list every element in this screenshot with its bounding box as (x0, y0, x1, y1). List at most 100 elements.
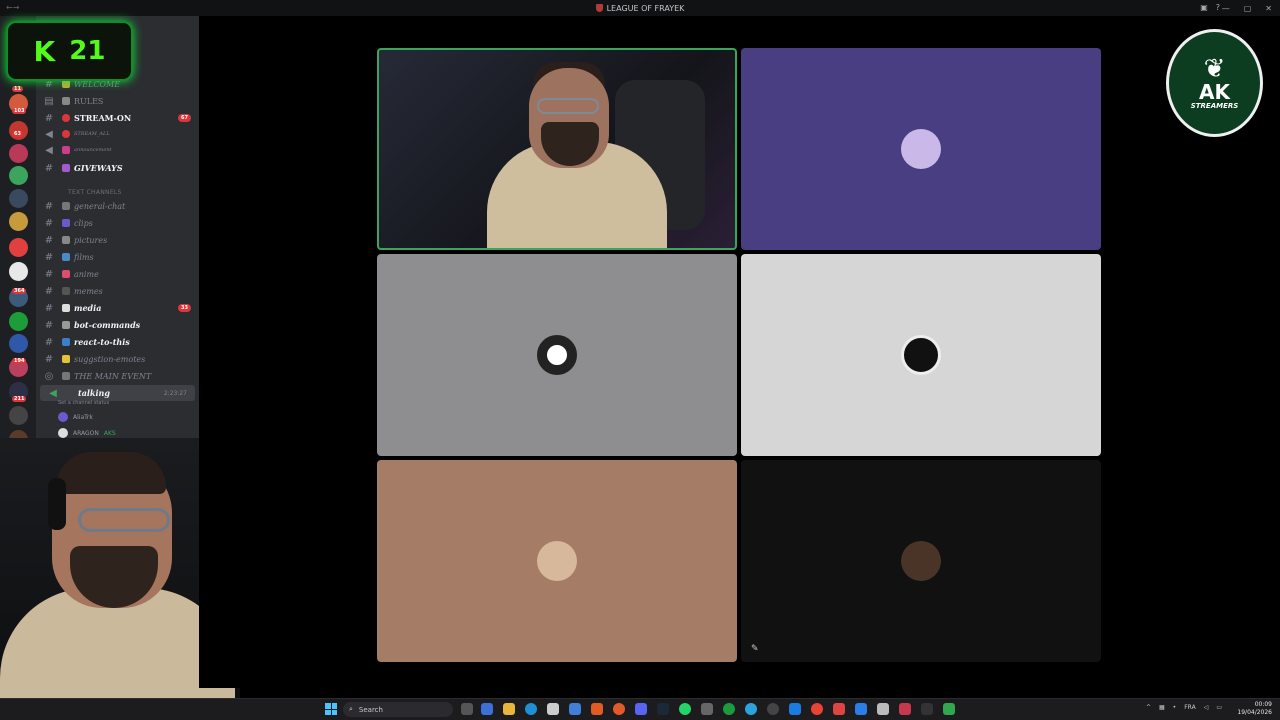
channel-stream-on[interactable]: # STREAM-ON 67 (36, 110, 199, 126)
brave-icon[interactable] (591, 703, 603, 715)
app-icon[interactable] (481, 703, 493, 715)
emoji-icon (62, 97, 70, 105)
whatsapp-icon[interactable] (679, 703, 691, 715)
emoji-icon (62, 146, 70, 154)
language-indicator[interactable]: FRA (1184, 704, 1195, 711)
server-icon[interactable] (9, 238, 28, 257)
voice-user[interactable]: AliaTrk (58, 410, 93, 424)
video-tile-camera[interactable] (377, 48, 737, 250)
app-icon[interactable] (855, 703, 867, 715)
channel-giveways[interactable]: # GIVEWAYS (36, 160, 199, 176)
app-icon[interactable] (701, 703, 713, 715)
hash-icon: # (44, 217, 54, 229)
rules-icon: ▤ (44, 95, 54, 107)
channel-pictures[interactable]: # pictures (36, 232, 199, 248)
video-tile-avatar[interactable] (377, 460, 737, 662)
channel-label: STREAM-ON (74, 113, 132, 123)
channel-announcement[interactable]: ◀ announcement (36, 142, 199, 158)
server-icon[interactable] (9, 144, 28, 163)
video-tile-avatar[interactable] (377, 254, 737, 456)
unread-badge: 211 (12, 396, 27, 402)
app-icon[interactable] (613, 703, 625, 715)
task-view-icon[interactable] (461, 703, 473, 715)
emoji-icon (62, 202, 70, 210)
settings-icon[interactable] (877, 703, 889, 715)
server-rail: 11 103 63 364 194 211 49 (0, 16, 36, 456)
chevron-up-icon[interactable]: ^ (1146, 704, 1151, 711)
file-explorer-icon[interactable] (503, 703, 515, 715)
channel-clips[interactable]: # clips (36, 215, 199, 231)
mail-icon[interactable] (569, 703, 581, 715)
server-icon[interactable] (9, 166, 28, 185)
close-button[interactable]: ✕ (1265, 4, 1272, 13)
channel-react-to-this[interactable]: # react-to-this (36, 334, 199, 350)
search-icon: ⌕ (349, 705, 353, 713)
channel-anime[interactable]: # anime (36, 266, 199, 282)
video-tile-avatar[interactable] (741, 48, 1101, 250)
taskbar-search[interactable]: ⌕ Search (343, 702, 453, 717)
kick-logo-icon: K (33, 34, 56, 68)
avatar (58, 428, 68, 438)
battery-icon[interactable]: ▭ (1216, 704, 1222, 711)
window-titlebar: ←→ LEAGUE OF FRAYEK ▣ ? — ▢ ✕ (0, 0, 1280, 16)
channel-rules[interactable]: ▤ RULES (36, 93, 199, 109)
mic-icon[interactable]: • (1173, 704, 1177, 711)
channel-media[interactable]: # media 33 (36, 300, 199, 316)
server-icon[interactable] (9, 262, 28, 281)
hash-icon: # (44, 251, 54, 263)
stage-icon: ◎ (44, 370, 54, 382)
network-icon[interactable]: ▦ (1159, 704, 1165, 711)
app-icon[interactable] (789, 703, 801, 715)
emoji-icon (62, 304, 70, 312)
server-shield-icon (595, 4, 603, 12)
app-icon[interactable] (833, 703, 845, 715)
start-button[interactable] (325, 703, 337, 715)
telegram-icon[interactable] (745, 703, 757, 715)
channel-status[interactable]: Set a channel status (58, 400, 109, 406)
channel-the-main-event[interactable]: ◎ THE MAIN EVENT (36, 368, 199, 384)
channel-label: pictures (74, 235, 108, 245)
emoji-icon (62, 355, 70, 363)
channel-stream-all[interactable]: ◀ STREAM_ALL (36, 126, 199, 142)
app-icon[interactable] (921, 703, 933, 715)
app-icon[interactable] (899, 703, 911, 715)
channel-bot-commands[interactable]: # bot-commands (36, 317, 199, 333)
video-tile-avatar[interactable]: ✎ (741, 460, 1101, 662)
clock[interactable]: 00:09 19/04/2026 (1237, 701, 1272, 717)
hash-icon: # (44, 285, 54, 297)
channel-films[interactable]: # films (36, 249, 199, 265)
voice-user-name: ARAGON (73, 429, 99, 437)
emoji-icon (62, 372, 70, 380)
channel-label: THE MAIN EVENT (74, 371, 152, 381)
window-title-text: LEAGUE OF FRAYEK (606, 3, 685, 13)
video-tile-avatar[interactable] (741, 254, 1101, 456)
store-icon[interactable] (547, 703, 559, 715)
app-icon[interactable] (723, 703, 735, 715)
channel-talking[interactable]: ◀ talking 2:23:27 (40, 385, 195, 401)
channel-memes[interactable]: # memes (36, 283, 199, 299)
help-icon[interactable]: ? (1216, 3, 1220, 12)
channel-general-chat[interactable]: # general-chat (36, 198, 199, 214)
inbox-icon[interactable]: ▣ (1200, 3, 1208, 12)
back-arrow-icon[interactable]: ←→ (6, 3, 19, 12)
server-icon[interactable] (9, 334, 28, 353)
edge-icon[interactable] (525, 703, 537, 715)
obs-icon[interactable] (767, 703, 779, 715)
avatar (537, 335, 577, 375)
server-icon[interactable] (9, 189, 28, 208)
app-icon[interactable] (943, 703, 955, 715)
minimize-button[interactable]: — (1222, 4, 1230, 13)
discord-icon[interactable] (635, 703, 647, 715)
volume-icon[interactable]: ◁ (1204, 704, 1209, 711)
emoji-icon (62, 253, 70, 261)
channel-suggstion-emotes[interactable]: # suggstion-emotes (36, 351, 199, 367)
server-icon[interactable] (9, 406, 28, 425)
steam-icon[interactable] (657, 703, 669, 715)
chrome-icon[interactable] (811, 703, 823, 715)
mute-icon: ✎ (751, 644, 759, 654)
server-icon[interactable] (9, 312, 28, 331)
channel-label: memes (74, 286, 103, 296)
maximize-button[interactable]: ▢ (1244, 4, 1252, 13)
server-icon[interactable] (9, 212, 28, 231)
ak-streamers-logo: ❦ AK STREAMERS (1166, 29, 1263, 137)
